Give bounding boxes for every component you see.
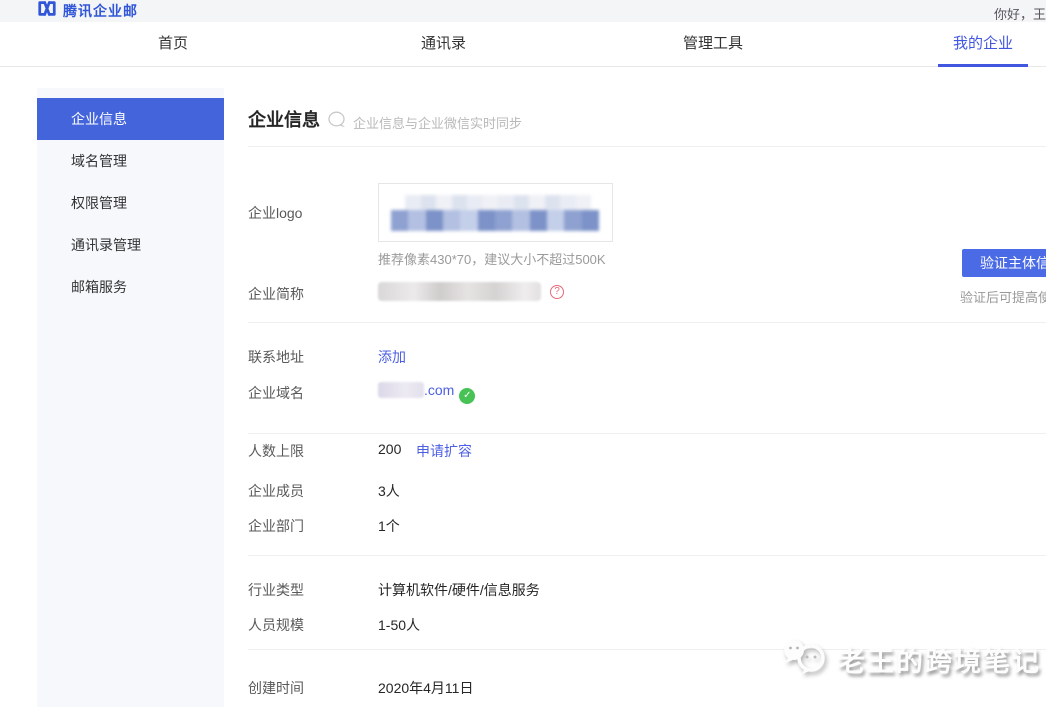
scale-value: 1-50人 bbox=[378, 615, 420, 635]
watermark-bubbles-icon bbox=[778, 636, 828, 683]
chat-bubble-icon bbox=[327, 111, 348, 134]
divider bbox=[248, 649, 1046, 650]
domain-name-blurred bbox=[378, 382, 424, 398]
sidebar-item-company-info[interactable]: 企业信息 bbox=[37, 98, 224, 140]
tab-admin-tools[interactable]: 管理工具 bbox=[683, 22, 743, 66]
scale-label: 人员规模 bbox=[248, 615, 304, 635]
short-name-label: 企业简称 bbox=[248, 284, 304, 304]
company-domain-label: 企业域名 bbox=[248, 383, 304, 403]
sync-tip-text: 企业信息与企业微信实时同步 bbox=[353, 113, 522, 132]
divider bbox=[248, 146, 1046, 147]
departments-value: 1个 bbox=[378, 516, 400, 536]
divider bbox=[248, 322, 1046, 323]
brand-logo-icon bbox=[37, 0, 57, 22]
brand-name: 腾讯企业邮 bbox=[63, 1, 138, 21]
main-nav: 首页 通讯录 管理工具 我的企业 bbox=[0, 22, 1046, 67]
page-title: 企业信息 bbox=[248, 106, 320, 132]
created-time-value: 2020年4月11日 bbox=[378, 678, 473, 698]
company-logo-image-blurred bbox=[391, 195, 599, 231]
sidebar: 企业信息 域名管理 权限管理 通讯录管理 邮箱服务 bbox=[37, 88, 224, 707]
question-circle-icon[interactable]: ? bbox=[550, 285, 564, 299]
sidebar-item-domain-management[interactable]: 域名管理 bbox=[37, 140, 224, 182]
topbar: 腾讯企业邮 你好，王 bbox=[0, 0, 1046, 22]
user-greeting: 你好，王 bbox=[994, 4, 1046, 23]
domain-suffix: .com bbox=[424, 382, 454, 398]
brand[interactable]: 腾讯企业邮 bbox=[37, 0, 138, 22]
member-limit-value: 200 bbox=[378, 441, 401, 457]
member-limit-label: 人数上限 bbox=[248, 441, 304, 461]
tab-contacts[interactable]: 通讯录 bbox=[421, 22, 466, 66]
members-value: 3人 bbox=[378, 481, 400, 501]
verified-check-icon: ✓ bbox=[459, 388, 475, 404]
created-time-label: 创建时间 bbox=[248, 678, 304, 698]
sidebar-item-mailbox-service[interactable]: 邮箱服务 bbox=[37, 266, 224, 308]
industry-value: 计算机软件/硬件/信息服务 bbox=[378, 580, 540, 600]
company-domain-value: .com ✓ bbox=[378, 382, 475, 404]
tab-my-company[interactable]: 我的企业 bbox=[938, 22, 1028, 67]
apply-expand-link[interactable]: 申请扩容 bbox=[416, 441, 472, 461]
contact-address-label: 联系地址 bbox=[248, 347, 304, 367]
divider bbox=[248, 555, 1046, 556]
departments-label: 企业部门 bbox=[248, 516, 304, 536]
members-label: 企业成员 bbox=[248, 481, 304, 501]
sidebar-item-contacts-management[interactable]: 通讯录管理 bbox=[37, 224, 224, 266]
company-logo-label: 企业logo bbox=[248, 203, 302, 223]
exmail-admin-page: 腾讯企业邮 你好，王 首页 通讯录 管理工具 我的企业 企业信息 域名管理 权限… bbox=[0, 0, 1046, 707]
tab-home[interactable]: 首页 bbox=[158, 22, 188, 66]
short-name-value-blurred bbox=[378, 282, 541, 301]
verify-note: 验证后可提高使用 bbox=[960, 287, 1046, 306]
company-logo-upload-box[interactable] bbox=[378, 183, 613, 242]
divider bbox=[248, 433, 1046, 434]
industry-label: 行业类型 bbox=[248, 580, 304, 600]
verify-subject-button[interactable]: 验证主体信息 bbox=[962, 249, 1046, 277]
watermark: 老王的跨境笔记 bbox=[778, 636, 1041, 683]
sidebar-item-permission-management[interactable]: 权限管理 bbox=[37, 182, 224, 224]
add-address-link[interactable]: 添加 bbox=[378, 347, 406, 367]
watermark-text: 老王的跨境笔记 bbox=[838, 640, 1041, 679]
logo-size-hint: 推荐像素430*70，建议大小不超过500K bbox=[378, 249, 606, 268]
